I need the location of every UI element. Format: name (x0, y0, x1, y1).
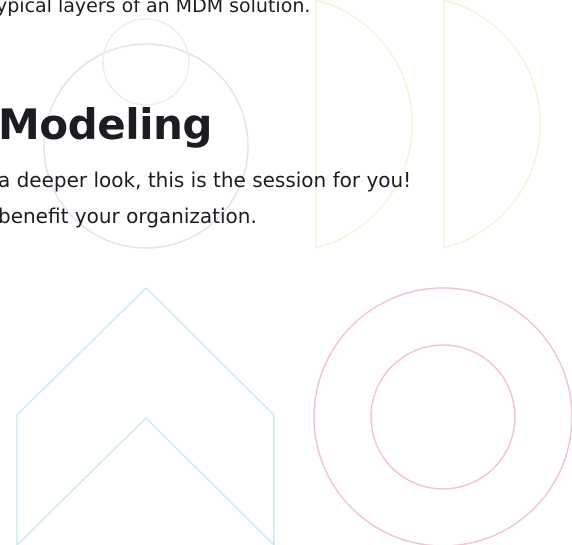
session-description: a deeper look, this is the session for y… (0, 162, 411, 234)
yellow-half-circle-right (443, 0, 542, 249)
decorative-background (16, 0, 572, 545)
cyan-chevron-shape (16, 286, 275, 545)
session-description-line-2: benefit your organization. (0, 204, 257, 228)
session-page: ypical layers of an MDM solution. Modeli… (0, 0, 572, 545)
intro-text: ypical layers of an MDM solution. (0, 0, 311, 17)
pink-outer-ring-shape (313, 287, 572, 545)
purple-inner-circle-shape (102, 18, 190, 106)
session-description-line-1: a deeper look, this is the session for y… (0, 168, 412, 192)
pink-inner-ring-shape (370, 344, 516, 490)
session-title: Modeling (0, 100, 212, 149)
